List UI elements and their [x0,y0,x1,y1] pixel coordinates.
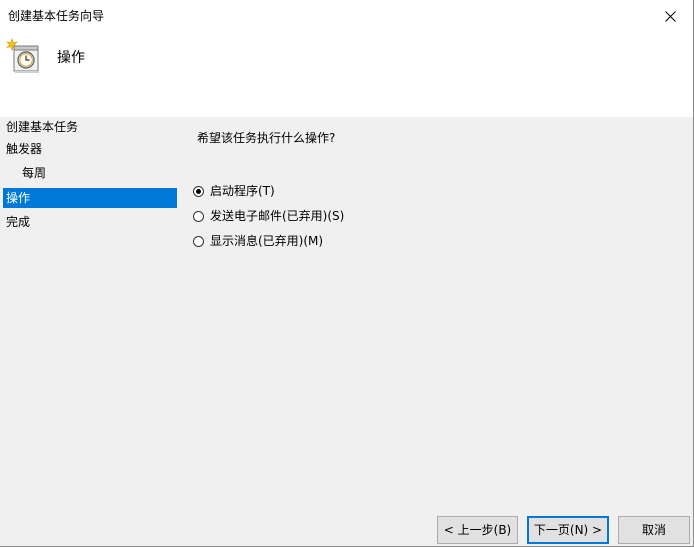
task-clock-icon [6,38,39,73]
radio-start-program[interactable] [193,185,204,197]
title-bar: 创建基本任务向导 [0,0,693,32]
close-icon [664,10,676,22]
step-create-basic-task: 创建基本任务 [6,120,79,134]
option-start-program[interactable]: 启动程序(T) [193,183,275,199]
step-action: 操作 [3,188,177,208]
close-button[interactable] [647,0,693,32]
radio-display-message[interactable] [193,235,204,247]
back-button[interactable]: < 上一步(B) [437,516,518,544]
wizard-window: 创建基本任务向导 操作 创建基本任务 触发器 每周 操作 完成 希望该任务执行什… [0,0,694,547]
next-button[interactable]: 下一页(N) > [527,516,609,544]
cancel-button[interactable]: 取消 [618,516,690,544]
option-send-email[interactable]: 发送电子邮件(已弃用)(S) [193,208,344,224]
radio-send-email[interactable] [193,210,204,222]
option-label[interactable]: 启动程序(T) [210,184,275,198]
option-label[interactable]: 显示消息(已弃用)(M) [210,234,323,248]
wizard-steps-sidebar: 创建基本任务 触发器 每周 操作 完成 [0,117,180,417]
option-display-message[interactable]: 显示消息(已弃用)(M) [193,233,323,249]
option-label[interactable]: 发送电子邮件(已弃用)(S) [210,209,344,223]
step-weekly: 每周 [22,166,47,180]
window-title: 创建基本任务向导 [8,9,105,23]
wizard-header: 操作 [0,32,693,117]
action-question: 希望该任务执行什么操作? [197,131,336,145]
page-title: 操作 [57,50,85,66]
step-trigger: 触发器 [6,142,43,156]
step-finish: 完成 [6,215,31,229]
